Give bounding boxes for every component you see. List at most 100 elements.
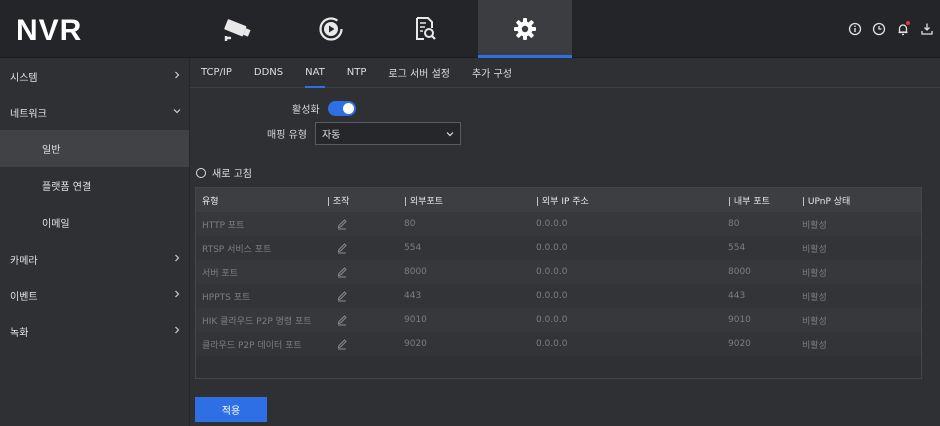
- table-row: HPPTS 포트 443 0.0.0.0 443 비활성: [196, 284, 921, 308]
- sidebar-item-network[interactable]: 네트워크: [0, 94, 189, 130]
- external-port: 443: [404, 291, 422, 301]
- network-subtabs: TCP/IP DDNS NAT NTP 로그 서버 설정 추가 구성: [190, 58, 940, 88]
- header-external-ip: | 외부 IP 주소: [536, 196, 589, 207]
- sidebar-item-platform[interactable]: 플랫폼 연결: [0, 167, 189, 204]
- tab-search[interactable]: [378, 0, 472, 58]
- table-header: 유형 | 조작 | 외부포트 | 외부 IP 주소 | 내부 포트 | UPnP…: [196, 188, 921, 212]
- mapping-type-row: 매핑 유형 자동: [267, 122, 461, 145]
- header-upnp-status: | UPnP 상태: [802, 196, 851, 207]
- mapping-type-select[interactable]: 자동: [314, 122, 461, 145]
- tab-log-server[interactable]: 로그 서버 설정: [388, 58, 450, 88]
- chevron-down-icon: [173, 109, 181, 114]
- nat-port-table: 유형 | 조작 | 외부포트 | 외부 IP 주소 | 내부 포트 | UPnP…: [195, 187, 922, 379]
- edit-icon[interactable]: [336, 332, 348, 356]
- tab-ddns[interactable]: DDNS: [254, 58, 283, 88]
- external-port: 8000: [404, 267, 427, 277]
- table-row: HTTP 포트 80 0.0.0.0 80 비활성: [196, 212, 921, 236]
- clock-icon[interactable]: [870, 20, 888, 38]
- upnp-status: 비활성: [802, 340, 827, 351]
- internal-port: 443: [728, 291, 746, 301]
- app-logo: NVR: [16, 14, 83, 47]
- mapping-type-label: 매핑 유형: [267, 130, 307, 141]
- edit-icon[interactable]: [336, 260, 348, 284]
- logout-icon[interactable]: [918, 20, 936, 38]
- internal-port: 9010: [728, 315, 751, 325]
- port-type: HIK 클라우드 P2P 명령 포트: [202, 316, 312, 327]
- external-port: 9020: [404, 339, 427, 349]
- external-ip: 0.0.0.0: [536, 267, 568, 277]
- mapping-type-value: 자동: [321, 130, 341, 141]
- refresh-icon: [196, 167, 206, 178]
- port-type: 서버 포트: [202, 268, 238, 279]
- upnp-status: 비활성: [802, 316, 827, 327]
- tab-playback[interactable]: [284, 0, 378, 58]
- bell-icon[interactable]: [894, 20, 912, 38]
- top-bar: NVR: [0, 0, 940, 58]
- sidebar-item-email[interactable]: 이메일: [0, 204, 189, 241]
- upnp-status: 비활성: [802, 268, 827, 279]
- tab-tcpip[interactable]: TCP/IP: [201, 58, 232, 88]
- tab-ntp[interactable]: NTP: [347, 58, 367, 88]
- sidebar: 시스템 네트워크 일반 플랫폼 연결 이메일 카메라 이벤트 녹화: [0, 58, 190, 426]
- chevron-right-icon: [175, 326, 180, 334]
- file-search-icon: [416, 17, 436, 40]
- edit-icon[interactable]: [336, 308, 348, 332]
- tab-settings[interactable]: [478, 0, 572, 58]
- sidebar-item-camera[interactable]: 카메라: [0, 241, 189, 277]
- edit-icon[interactable]: [336, 236, 348, 260]
- apply-button[interactable]: 적용: [195, 397, 267, 422]
- internal-port: 9020: [728, 339, 751, 349]
- enable-toggle[interactable]: [327, 101, 356, 116]
- sidebar-item-label: 시스템: [10, 72, 38, 84]
- header-internal-port: | 내부 포트: [728, 196, 770, 207]
- edit-icon[interactable]: [336, 284, 348, 308]
- tab-camera[interactable]: [190, 0, 284, 58]
- external-port: 9010: [404, 315, 427, 325]
- external-ip: 0.0.0.0: [536, 315, 568, 325]
- external-ip: 0.0.0.0: [536, 219, 568, 229]
- enable-label: 활성화: [292, 105, 320, 116]
- notification-dot: [906, 21, 910, 25]
- sidebar-item-general[interactable]: 일반: [0, 130, 189, 167]
- external-ip: 0.0.0.0: [536, 243, 568, 253]
- external-ip: 0.0.0.0: [536, 339, 568, 349]
- chevron-right-icon: [175, 254, 180, 262]
- sidebar-item-label: 이벤트: [10, 291, 38, 303]
- chevron-down-icon: [446, 132, 454, 137]
- gear-icon: [514, 18, 536, 40]
- table-row: 서버 포트 8000 0.0.0.0 8000 비활성: [196, 260, 921, 284]
- playback-icon: [319, 17, 343, 41]
- edit-icon[interactable]: [336, 212, 348, 236]
- external-port: 80: [404, 219, 416, 229]
- tab-nat[interactable]: NAT: [305, 58, 325, 88]
- sidebar-item-label: 녹화: [10, 327, 29, 339]
- refresh-button[interactable]: 새로 고침: [196, 165, 252, 180]
- enable-row: 활성화: [292, 101, 356, 116]
- sidebar-item-event[interactable]: 이벤트: [0, 277, 189, 313]
- sidebar-item-system[interactable]: 시스템: [0, 58, 189, 94]
- internal-port: 80: [728, 219, 740, 229]
- info-icon[interactable]: [846, 20, 864, 38]
- external-ip: 0.0.0.0: [536, 291, 568, 301]
- sidebar-item-label: 카메라: [10, 255, 38, 267]
- top-right-icons: [846, 20, 936, 38]
- sidebar-item-label: 이메일: [42, 219, 70, 230]
- port-type: HTTP 포트: [202, 220, 245, 231]
- header-external-port: | 외부포트: [404, 196, 444, 207]
- port-type: 클라우드 P2P 데이터 포트: [202, 340, 302, 351]
- upnp-status: 비활성: [802, 292, 827, 303]
- chevron-right-icon: [175, 290, 180, 298]
- sidebar-item-record[interactable]: 녹화: [0, 313, 189, 349]
- upnp-status: 비활성: [802, 244, 827, 255]
- external-port: 554: [404, 243, 422, 253]
- sidebar-item-label: 플랫폼 연결: [42, 182, 92, 193]
- internal-port: 8000: [728, 267, 751, 277]
- sidebar-item-label: 일반: [42, 145, 61, 156]
- table-row: 클라우드 P2P 데이터 포트 9020 0.0.0.0 9020 비활성: [196, 332, 921, 356]
- tab-more-config[interactable]: 추가 구성: [472, 58, 512, 88]
- sidebar-item-label: 네트워크: [10, 108, 47, 120]
- port-type: RTSP 서비스 포트: [202, 244, 272, 255]
- refresh-label: 새로 고침: [212, 169, 252, 180]
- chevron-right-icon: [175, 71, 180, 79]
- port-type: HPPTS 포트: [202, 292, 251, 303]
